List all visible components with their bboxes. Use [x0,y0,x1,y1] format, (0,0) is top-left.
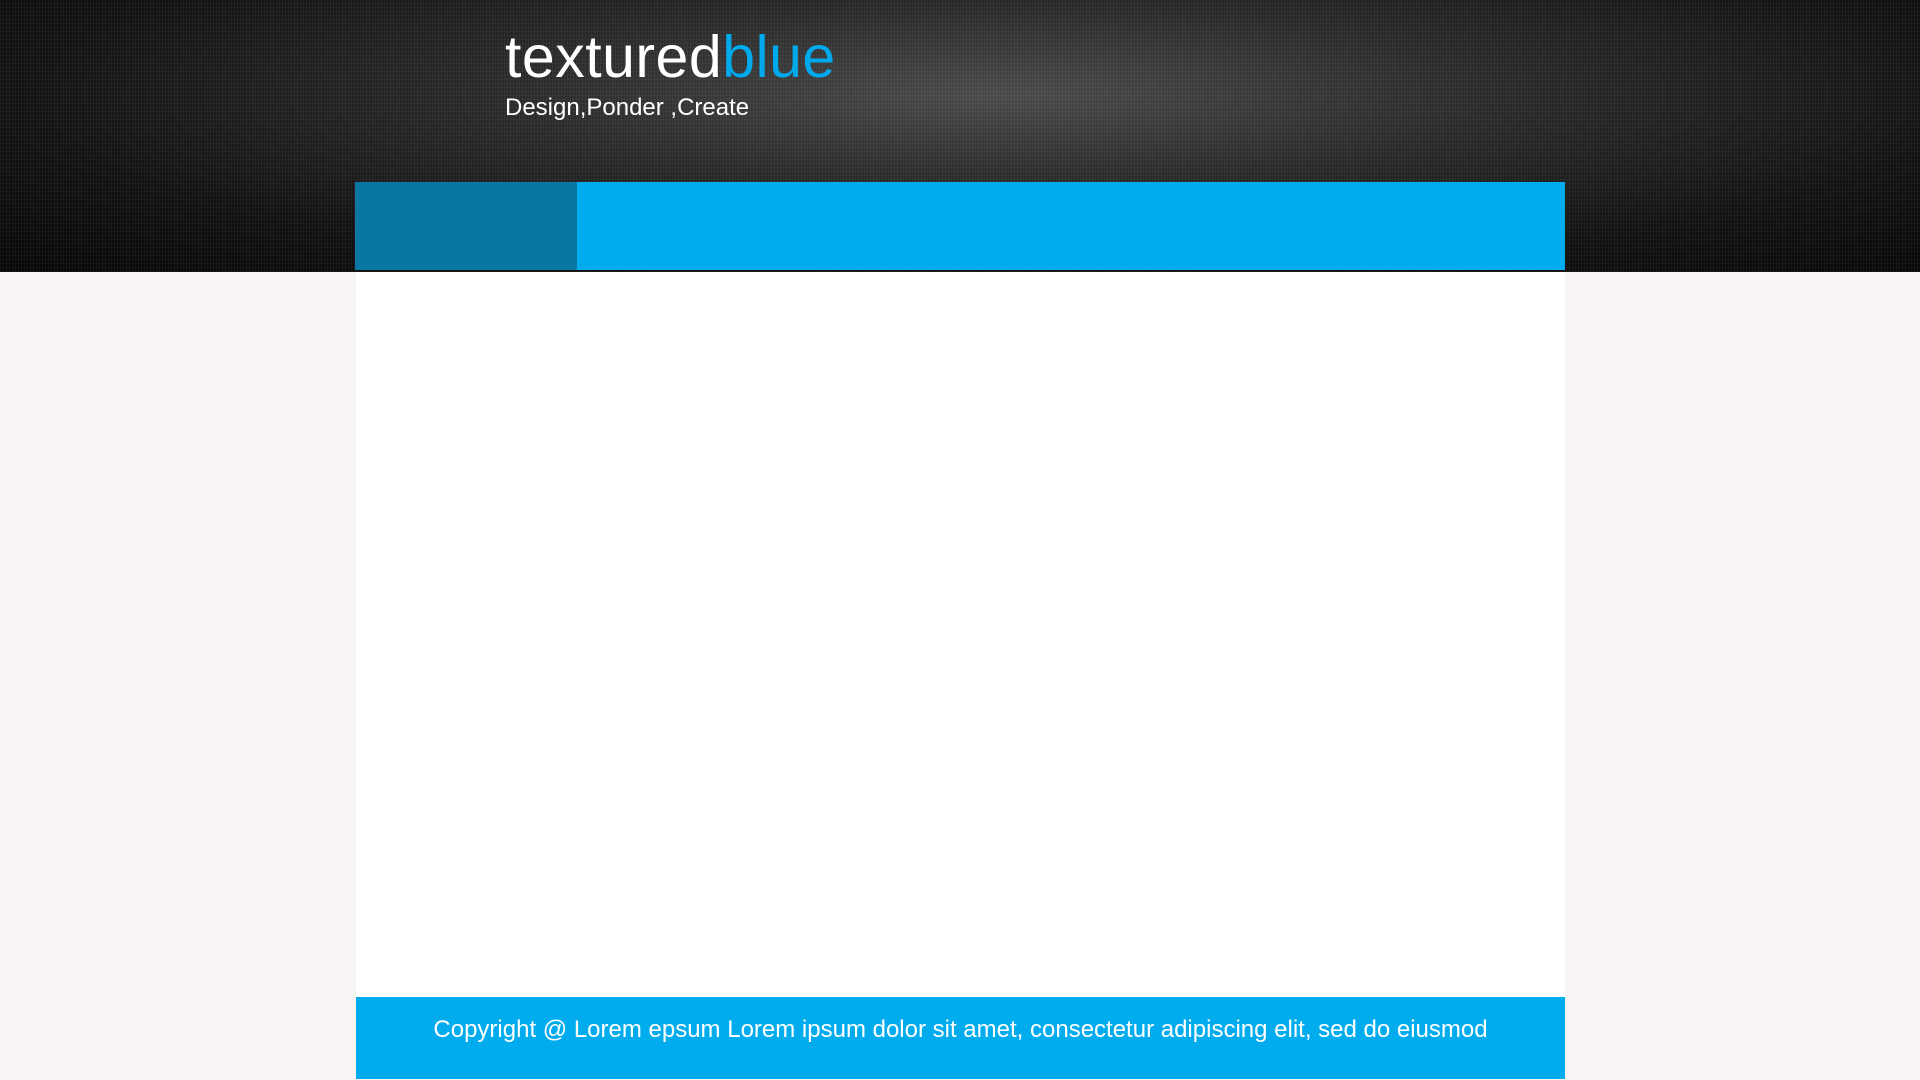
main-navigation [355,182,1565,270]
main-content-area [356,272,1565,997]
brand-name-main: textured [505,24,723,90]
site-header: texturedblue Design,Ponder ,Create [0,0,1920,272]
footer-copyright: Copyright @ Lorem epsum Lorem ipsum dolo… [433,1016,1488,1043]
site-logo[interactable]: texturedblue [505,22,836,92]
brand-name-accent: blue [722,24,836,90]
site-footer: Copyright @ Lorem epsum Lorem ipsum dolo… [356,997,1565,1079]
nav-item-active[interactable] [355,182,577,270]
site-tagline: Design,Ponder ,Create [505,94,750,121]
